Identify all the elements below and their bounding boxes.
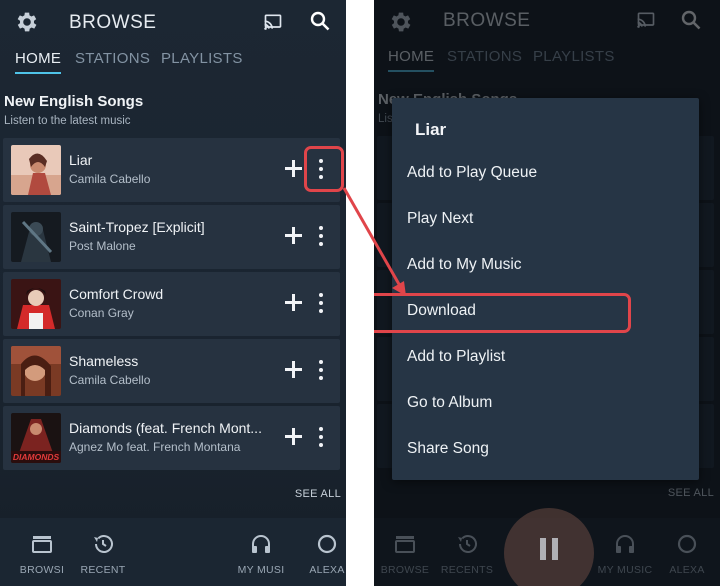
alexa-icon — [677, 534, 697, 554]
app-title: BROWSE — [443, 10, 531, 31]
add-icon[interactable] — [285, 361, 302, 378]
see-all-link[interactable]: SEE ALL — [295, 488, 341, 500]
menu-item-play-next[interactable]: Play Next — [407, 204, 687, 234]
app-title: BROWSE — [69, 12, 157, 33]
song-row-comfort-crowd[interactable]: Comfort Crowd Conan Gray — [3, 272, 340, 336]
album-art — [11, 145, 61, 195]
nav-alexa: ALEXA — [650, 518, 720, 586]
active-tab-indicator — [15, 72, 61, 74]
album-art — [11, 279, 61, 329]
tab-home[interactable]: HOME — [15, 50, 61, 67]
song-artist: Post Malone — [69, 239, 136, 253]
tab-playlists[interactable]: PLAYLISTS — [161, 50, 243, 67]
menu-item-add-to-my-music[interactable]: Add to My Music — [407, 250, 687, 280]
top-bar: BROWSE — [0, 0, 346, 44]
song-row-saint-tropez[interactable]: Saint-Tropez [Explicit] Post Malone — [3, 205, 340, 269]
song-title: Shameless — [69, 353, 139, 369]
menu-item-add-to-playlist[interactable]: Add to Playlist — [407, 342, 687, 372]
menu-item-add-to-play-queue[interactable]: Add to Play Queue — [407, 158, 687, 188]
left-screen: BROWSE HOME STATIONS PLAYLISTS New Engli… — [0, 0, 346, 586]
song-title: Diamonds (feat. French Mont... — [69, 420, 262, 436]
search-icon[interactable] — [310, 11, 330, 31]
song-artist: Camila Cabello — [69, 172, 151, 186]
browse-icon — [32, 536, 52, 553]
headphones-icon — [252, 535, 270, 553]
alexa-icon — [317, 534, 337, 554]
menu-item-go-to-album[interactable]: Go to Album — [407, 388, 687, 418]
search-icon — [681, 10, 701, 30]
tab-home: HOME — [388, 48, 435, 65]
nav-alexa[interactable]: ALEXA — [290, 518, 346, 586]
gear-icon — [391, 12, 411, 32]
add-icon[interactable] — [285, 160, 302, 177]
menu-title: Liar — [415, 120, 447, 139]
song-artist: Conan Gray — [69, 306, 134, 320]
album-art — [11, 346, 61, 396]
section-subtitle: Listen to the latest music — [4, 115, 131, 127]
menu-item-share-song[interactable]: Share Song — [407, 434, 687, 464]
history-icon — [458, 535, 477, 553]
more-options-icon[interactable] — [317, 226, 325, 246]
headphones-icon — [616, 535, 634, 553]
song-title: Comfort Crowd — [69, 286, 164, 302]
add-icon[interactable] — [285, 428, 302, 445]
context-menu: Liar Add to Play Queue Play Next Add to … — [392, 98, 699, 480]
tab-stations[interactable]: STATIONS — [75, 50, 150, 67]
nav-label: ALEXA — [309, 564, 345, 576]
song-row-liar[interactable]: Liar Camila Cabello — [3, 138, 340, 202]
see-all-link: SEE ALL — [667, 487, 714, 499]
nav-label: ALEXA — [669, 564, 705, 576]
nav-label: RECENT — [80, 564, 126, 576]
song-artist: Camila Cabello — [69, 373, 151, 387]
more-options-icon[interactable] — [317, 360, 325, 380]
top-bar: BROWSE — [374, 0, 720, 44]
gear-icon[interactable] — [14, 9, 40, 35]
more-options-icon[interactable] — [317, 427, 325, 447]
download-highlight — [374, 293, 631, 333]
nav-recent[interactable]: RECENT — [66, 518, 140, 586]
nav-my-music[interactable]: MY MUSI — [224, 518, 298, 586]
song-title: Saint-Tropez [Explicit] — [69, 219, 205, 235]
active-tab-indicator — [388, 70, 434, 72]
nav-label: MY MUSI — [237, 564, 285, 576]
song-artist: Agnez Mo feat. French Montana — [69, 440, 241, 454]
nav-label: RECENTS — [440, 564, 494, 576]
tab-stations: STATIONS — [447, 48, 523, 65]
more-options-highlight — [304, 146, 344, 192]
bottom-nav: BROWSI RECENT MY MUSI ALEXA — [0, 518, 346, 586]
diamonds-art-text: DIAMONDS — [13, 452, 60, 462]
song-row-shameless[interactable]: Shameless Camila Cabello — [3, 339, 340, 403]
album-art — [11, 212, 61, 262]
nav-recents: RECENTS — [430, 518, 504, 586]
right-screen: BROWSE HOME STATIONS PLAYLISTS New Engli… — [374, 0, 720, 586]
album-art: DIAMONDS — [11, 413, 61, 463]
section-subtitle: Lis — [378, 113, 393, 125]
cast-icon[interactable] — [263, 13, 283, 31]
song-title: Liar — [69, 152, 93, 168]
cast-icon — [637, 12, 655, 28]
more-options-icon[interactable] — [317, 293, 325, 313]
section-title: New English Songs — [4, 93, 144, 110]
song-row-diamonds[interactable]: DIAMONDS Diamonds (feat. French Mont... … — [3, 406, 340, 470]
add-icon[interactable] — [285, 294, 302, 311]
history-icon — [94, 535, 113, 553]
add-icon[interactable] — [285, 227, 302, 244]
tab-playlists: PLAYLISTS — [533, 48, 615, 65]
pause-icon[interactable] — [540, 538, 558, 560]
browse-icon — [395, 536, 415, 553]
